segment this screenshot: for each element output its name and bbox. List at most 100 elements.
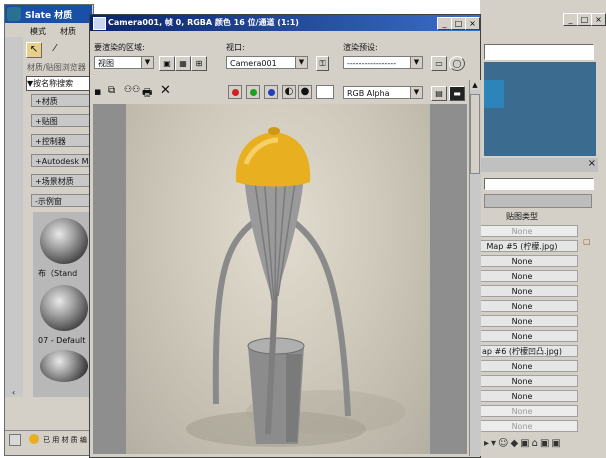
map-slot-button[interactable]: None <box>466 405 578 417</box>
main-dropdown-area[interactable] <box>484 44 594 60</box>
right-panel-field[interactable] <box>484 178 594 190</box>
rollout-item[interactable]: +Autodesk M <box>31 154 91 167</box>
chevron-down-icon: ▼ <box>295 57 307 68</box>
scroll-up-arrow[interactable]: ▲ <box>470 80 480 90</box>
render-title: Camera001, 帧 0, RGBA 颜色 16 位/通道 (1:1) <box>108 18 299 27</box>
bottom-status-icon <box>9 434 21 446</box>
render-area-dropdown[interactable]: 视图 ▼ <box>94 56 154 69</box>
map-slot-button[interactable]: None <box>466 270 578 282</box>
sample-sphere-3[interactable] <box>40 350 88 382</box>
map-slot-button[interactable]: Map #5 (柠檬.jpg) <box>466 240 578 252</box>
color-swatch[interactable] <box>316 85 334 99</box>
chevron-down-icon: ▼ <box>410 87 422 98</box>
red-channel-toggle[interactable] <box>228 85 242 99</box>
toggle-ui-icon[interactable]: ▤ <box>431 86 447 101</box>
clear-icon[interactable]: ✕ <box>160 83 171 98</box>
edit-region-icon[interactable]: ▣ <box>159 56 175 71</box>
slate-bottom-bar: 已 用 材 质 编 辑 器 <box>5 430 105 449</box>
red-channel-icon <box>232 89 239 96</box>
slate-title: Slate 材质 <box>25 11 73 21</box>
sample-label-2: 07 - Default <box>38 336 86 345</box>
preset-label: 渲染预设: <box>343 43 378 52</box>
map-slot-button[interactable]: None <box>466 225 578 237</box>
lemon-tip <box>268 127 280 135</box>
channel-value: RGB Alpha <box>347 89 390 98</box>
render-setup-icon[interactable]: ▭ <box>431 56 447 71</box>
juicer-leg-left <box>212 219 256 405</box>
right-panel-divider <box>484 194 592 208</box>
viewport-dropdown[interactable]: Camera001 ▼ <box>226 56 308 69</box>
map-slot-button[interactable]: None <box>466 255 578 267</box>
green-channel-toggle[interactable] <box>246 85 260 99</box>
sample-sphere-1[interactable] <box>40 218 88 264</box>
map-slot-button[interactable]: None <box>466 285 578 297</box>
sample-label-1: 布（Stand <box>38 269 78 278</box>
slate-left-strip <box>5 37 23 397</box>
map-slot-button[interactable]: None <box>466 375 578 387</box>
main-blue-panel <box>484 62 596 156</box>
map-list-lock-icon[interactable]: ▢ <box>583 237 591 246</box>
main-minimize-button[interactable]: _ <box>563 13 578 26</box>
main-close-button[interactable]: × <box>591 13 606 26</box>
auto-region-icon[interactable]: ▦ <box>175 56 191 71</box>
green-channel-icon <box>250 89 257 96</box>
region-select-icon[interactable]: ⊞ <box>191 56 207 71</box>
blue-channel-toggle[interactable] <box>264 85 278 99</box>
slate-titlebar: Slate 材质 <box>5 5 92 23</box>
rollout-item[interactable]: +贴图 <box>31 114 91 127</box>
scroll-thumb[interactable] <box>470 94 480 174</box>
alpha-channel-toggle[interactable]: ◐ <box>282 85 296 99</box>
rollout-item[interactable]: -示例窗 <box>31 194 91 207</box>
right-panel-header: × <box>480 158 598 172</box>
render-close-button[interactable]: × <box>465 17 480 30</box>
rollout-item[interactable]: +材质 <box>31 94 91 107</box>
search-label: 按名称搜索 <box>33 79 74 88</box>
select-tool-icon[interactable]: ↖ <box>26 42 42 58</box>
mono-toggle[interactable]: ● <box>298 85 312 99</box>
viewport-nav-icons[interactable]: ▸▾☺◆▣⌂▣▣ <box>484 438 596 452</box>
menu-material[interactable]: 材质 <box>60 26 76 37</box>
channel-dropdown[interactable]: RGB Alpha ▼ <box>343 86 423 99</box>
environment-icon[interactable]: ◯ <box>449 56 465 71</box>
preset-dropdown[interactable]: ----------------- ▼ <box>343 56 423 69</box>
slate-scroll-arrow[interactable]: ‹ <box>12 388 20 398</box>
sample-sphere-2[interactable] <box>40 285 88 331</box>
slate-logo-icon <box>7 7 21 21</box>
lock-viewport-icon[interactable]: ⚿ <box>316 56 329 71</box>
map-slot-button[interactable]: None <box>466 360 578 372</box>
overlay-icon[interactable]: ▬ <box>449 86 465 101</box>
rendered-scene <box>186 127 406 447</box>
map-slot-button[interactable]: None <box>466 300 578 312</box>
chevron-down-icon: ▼ <box>141 57 153 68</box>
rollout-item[interactable]: +场景材质 <box>31 174 91 187</box>
map-slot-button[interactable]: None <box>466 315 578 327</box>
viewport-value: Camera001 <box>230 59 277 68</box>
cup-rim <box>247 337 305 355</box>
menu-mode[interactable]: 模式 <box>30 26 46 37</box>
save-image-icon[interactable]: ▪ <box>94 85 101 98</box>
render-maximize-button[interactable]: □ <box>451 17 466 30</box>
render-window-icon <box>93 17 106 30</box>
map-slot-button[interactable]: None <box>466 420 578 432</box>
search-by-name[interactable]: ▼按名称搜索 <box>26 76 92 91</box>
tab-browser[interactable]: 材质/贴图浏览器 <box>27 62 89 74</box>
main-blue-preview <box>484 80 504 108</box>
map-slot-button[interactable]: None <box>466 330 578 342</box>
eyedropper-icon[interactable]: ⁄ <box>48 42 62 56</box>
render-scrollbar[interactable]: ▲ <box>469 80 481 456</box>
bottom-flag-icon <box>29 434 39 444</box>
map-slot-button[interactable]: None <box>466 390 578 402</box>
render-minimize-button[interactable]: _ <box>437 17 452 30</box>
map-slot-button[interactable]: ap #6 (柠檬凹凸.jpg) <box>466 345 578 357</box>
print-icon[interactable]: 🖶 <box>142 84 152 103</box>
chevron-down-icon: ▼ <box>410 57 422 68</box>
render-titlebar: Camera001, 帧 0, RGBA 颜色 16 位/通道 (1:1) <box>90 15 480 31</box>
clone-window-icon[interactable]: ⚇⚇ <box>124 85 140 95</box>
juicer-body <box>244 172 304 304</box>
juicer-leg-right <box>292 219 351 417</box>
main-maximize-button[interactable]: □ <box>577 13 592 26</box>
rollout-item[interactable]: +控制器 <box>31 134 91 147</box>
right-panel-close[interactable]: × <box>588 158 596 169</box>
copy-image-icon[interactable]: ⧉ <box>108 85 115 96</box>
render-area-label: 要渲染的区域: <box>94 43 145 52</box>
